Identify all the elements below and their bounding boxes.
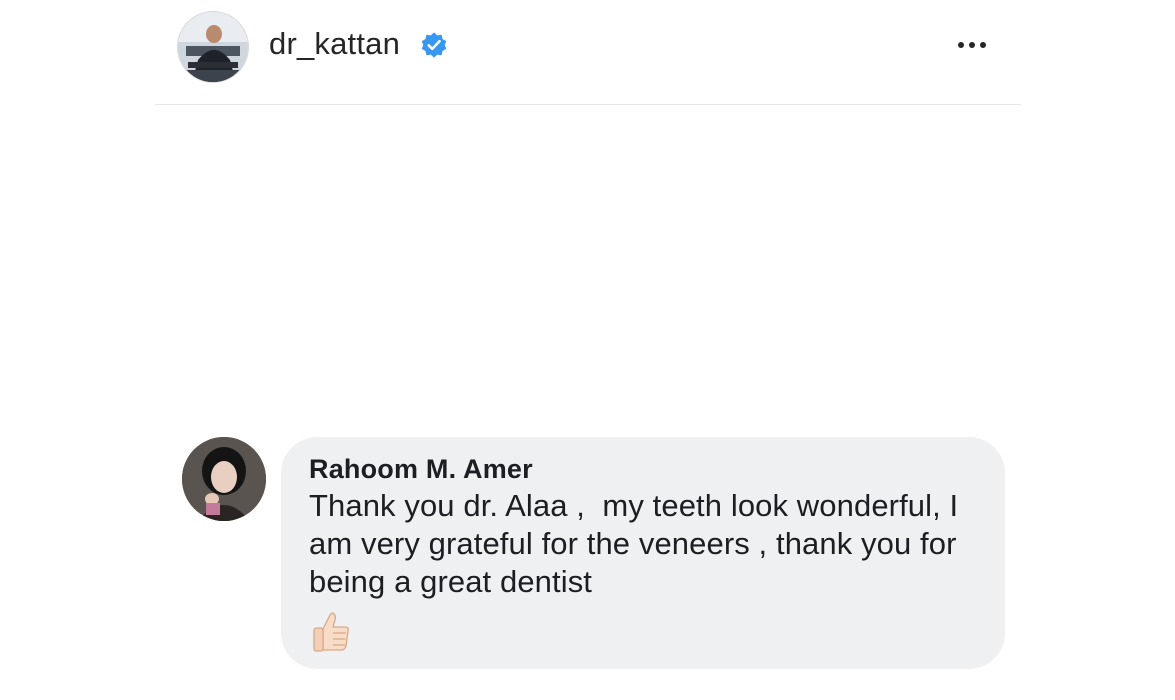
more-options-icon[interactable]: [950, 30, 994, 60]
more-dot: [958, 42, 964, 48]
username-link[interactable]: dr_kattan: [269, 26, 400, 62]
more-dot: [980, 42, 986, 48]
commenter-photo: [182, 437, 266, 521]
profile-avatar[interactable]: [178, 12, 248, 82]
profile-photo: [178, 12, 248, 82]
thumbs-up-icon: [313, 612, 349, 652]
commenter-avatar[interactable]: [182, 437, 266, 521]
verified-badge-icon: [421, 32, 447, 58]
comment-author[interactable]: Rahoom M. Amer: [309, 454, 533, 485]
comment-text: Thank you dr. Alaa , my teeth look wonde…: [309, 488, 967, 599]
more-dot: [969, 42, 975, 48]
